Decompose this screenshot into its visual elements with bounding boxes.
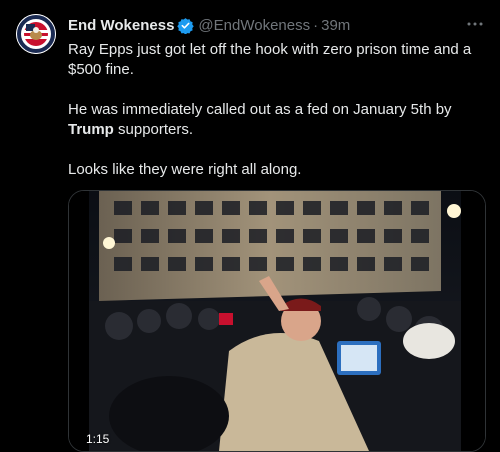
tweet-text-line: He was immediately called out as a fed o…: [68, 100, 488, 120]
tweet-text-line: Trump supporters.: [68, 120, 488, 140]
bold-text: Trump: [68, 121, 114, 138]
author-handle[interactable]: @EndWokeness: [198, 17, 310, 34]
tweet-text-line: Looks like they were right all along.: [68, 160, 488, 180]
text-segment: He was immediately called out as a fed o…: [68, 101, 452, 118]
verified-badge-icon: [177, 17, 195, 34]
avatar-logo-icon: [16, 14, 56, 54]
separator-dot: ·: [313, 16, 319, 34]
text-segment: supporters.: [113, 121, 194, 138]
tweet-header: End Wokeness @EndWokeness · 39m: [68, 14, 484, 36]
text-segment: Ray Epps just got let off the hook with …: [68, 41, 472, 58]
tweet-text-line: Ray Epps just got let off the hook with …: [68, 40, 488, 60]
video-frame: [69, 191, 485, 451]
tweet[interactable]: End Wokeness @EndWokeness · 39m Ray Epps…: [0, 0, 500, 452]
more-horizontal-icon[interactable]: [464, 14, 486, 34]
author-name[interactable]: End Wokeness: [68, 17, 174, 34]
text-segment: $500 fine.: [68, 61, 134, 78]
video-time-label: 1:15: [86, 432, 110, 446]
avatar[interactable]: [16, 14, 56, 54]
tweet-text-line: $500 fine.: [68, 60, 488, 80]
video-player[interactable]: [68, 190, 486, 452]
text-segment: Looks like they were right all along.: [68, 161, 302, 178]
tweet-text: Ray Epps just got let off the hook with …: [68, 40, 488, 180]
tweet-time[interactable]: 39m: [321, 17, 350, 34]
